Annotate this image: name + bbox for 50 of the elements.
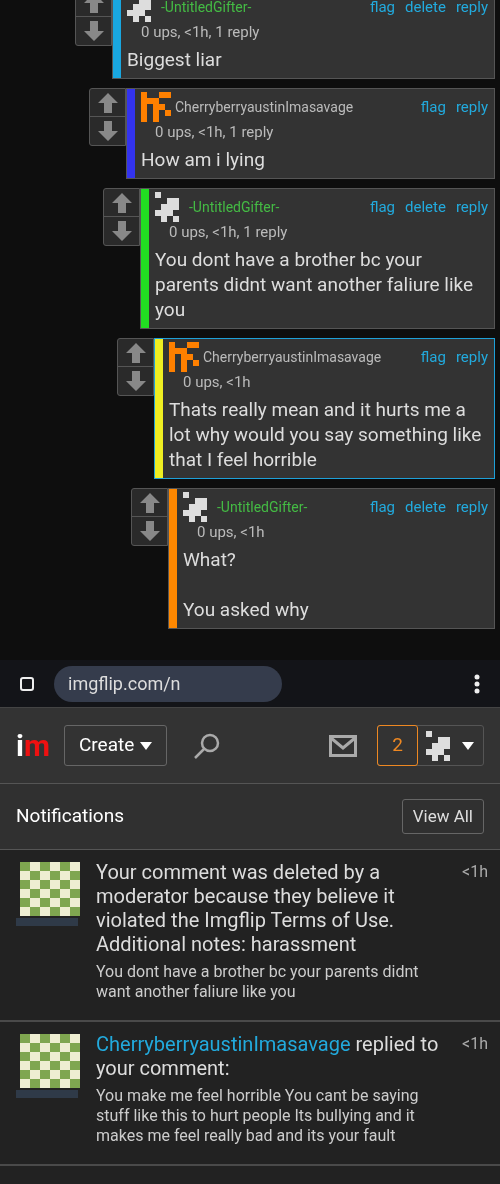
username[interactable]: -UntitledGifter- (189, 196, 280, 218)
comment-action-link[interactable]: flag (420, 345, 446, 369)
notification-item[interactable]: CherryberryaustinImasavage replied to your comment: <1h You make me feel horrible You cant be saying stuff like this to hurt people Its bullying and it makes me feel really bad and its your fault (0, 1022, 500, 1166)
view-all-button[interactable]: View All (401, 799, 484, 834)
comment-action-link[interactable]: reply (455, 195, 488, 219)
comment-action-link[interactable]: flag (369, 0, 396, 19)
notification-count[interactable]: 2 (377, 725, 418, 766)
comment-action-link[interactable]: reply (455, 95, 488, 119)
username-link[interactable]: CherryberryaustinImasavage (96, 1032, 351, 1056)
username[interactable]: CherryberryaustinImasavage (175, 96, 354, 118)
comment-action-link[interactable]: reply (455, 495, 488, 519)
search-icon[interactable] (193, 731, 222, 760)
create-button[interactable]: Create (63, 725, 168, 766)
comment-text: Biggest liar (127, 47, 223, 72)
comment-action-link[interactable]: delete (405, 0, 446, 19)
comment-text: How am i lying (141, 147, 266, 172)
caret-icon (462, 741, 474, 750)
notification-excerpt: You make me feel horrible You cant be saying stuff like this to hurt people Its bullying and it makes me feel really bad and its your fault (96, 1086, 420, 1146)
comment-meta: 0 ups, <1h, 1 reply (154, 122, 275, 142)
comment-action-link[interactable]: delete (405, 495, 446, 519)
menu-icon[interactable] (474, 673, 480, 694)
notification-excerpt: You dont have a brother bc your parents didnt want another faliure like you (96, 962, 420, 1002)
avatar-icon (141, 92, 171, 122)
home-icon[interactable] (20, 676, 34, 691)
comment-text: What? You asked why (183, 547, 310, 622)
username[interactable]: CherryberryaustinImasavage (203, 346, 382, 368)
comment-action-link[interactable]: delete (405, 195, 446, 219)
comment-action-link[interactable]: flag (420, 95, 446, 119)
notification-text: Your comment was deleted by a moderator because they believe it violated the Imgflip Terms of Use. Additional notes: harassment (96, 860, 396, 956)
logo[interactable]: im (16, 730, 50, 761)
comment-action-link[interactable]: flag (369, 195, 396, 219)
comment-action-link[interactable]: flag (369, 495, 396, 519)
caret-icon (140, 741, 153, 750)
notification-text: CherryberryaustinImasavage replied to your comment: (96, 1032, 440, 1080)
username[interactable]: -UntitledGifter- (217, 496, 308, 518)
comment-meta: 0 ups, <1h (196, 522, 266, 542)
comment-text: Thats really mean and it hurts me a lot why would you say something like that I feel horrible (169, 397, 483, 472)
comment-meta: 0 ups, <1h (182, 372, 252, 392)
comment-meta: 0 ups, <1h, 1 reply (168, 222, 289, 242)
mail-icon[interactable] (329, 734, 357, 757)
avatar-icon (169, 342, 199, 372)
notification-time: <1h (462, 1033, 488, 1055)
notification-time: <1h (462, 861, 488, 883)
panel-title: Notifications (16, 803, 124, 830)
comment-action-link[interactable]: reply (455, 0, 488, 19)
url-bar[interactable]: imgflip.com/n (54, 665, 282, 702)
comment-text: You dont have a brother bc your parents didnt want another faliure like you (155, 247, 475, 322)
username[interactable]: -UntitledGifter- (161, 0, 252, 18)
comment-action-link[interactable]: reply (455, 345, 488, 369)
comment-meta: 0 ups, <1h, 1 reply (140, 22, 261, 42)
